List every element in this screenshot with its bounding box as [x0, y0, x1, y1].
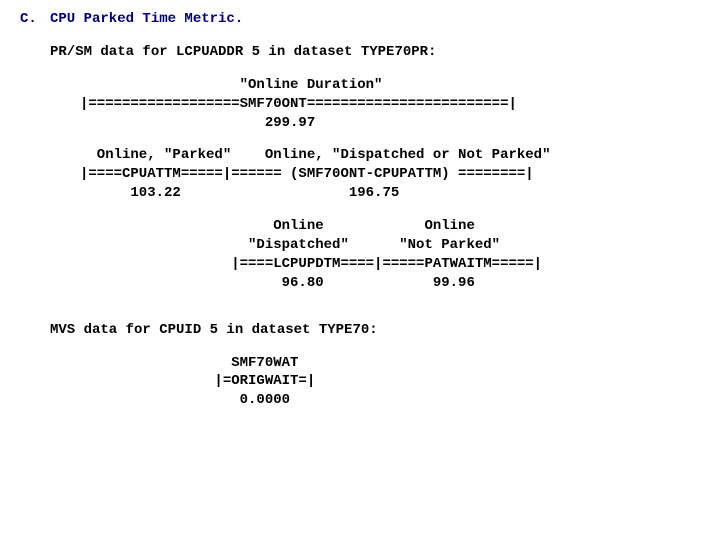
diag3-l3: |====LCPUPDTM====|=====PATWAITM=====|: [80, 256, 542, 272]
diag2-l1: Online, "Parked" Online, "Dispatched or …: [80, 147, 550, 163]
diagram-online-duration: "Online Duration" |==================SMF…: [80, 76, 700, 133]
diag3-l4: 96.80 99.96: [80, 275, 475, 291]
diag4-l3: 0.0000: [80, 392, 290, 408]
diag2-l2: |====CPUATTM=====|====== (SMF70ONT-CPUPA…: [80, 166, 534, 182]
diagram-parked-vs-dispatched: Online, "Parked" Online, "Dispatched or …: [80, 146, 700, 203]
section-title: CPU Parked Time Metric.: [50, 10, 243, 29]
mvs-heading: MVS data for CPUID 5 in dataset TYPE70:: [50, 321, 700, 340]
diag4-l2: |=ORIGWAIT=|: [80, 373, 315, 389]
diag2-l3: 103.22 196.75: [80, 185, 399, 201]
diag3-l1: Online Online: [80, 218, 475, 234]
diag1-l3: 299.97: [80, 115, 315, 131]
diag4-l1: SMF70WAT: [80, 355, 298, 371]
diag1-l1: "Online Duration": [80, 77, 382, 93]
diagram-origwait: SMF70WAT |=ORIGWAIT=| 0.0000: [80, 354, 700, 411]
diagram-dispatched-vs-notparked: Online Online "Dispatched" "Not Parked" …: [80, 217, 700, 293]
diag1-l2: |==================SMF70ONT=============…: [80, 96, 517, 112]
section-marker: C.: [20, 10, 50, 29]
diag3-l2: "Dispatched" "Not Parked": [80, 237, 500, 253]
prsm-heading: PR/SM data for LCPUADDR 5 in dataset TYP…: [50, 43, 700, 62]
